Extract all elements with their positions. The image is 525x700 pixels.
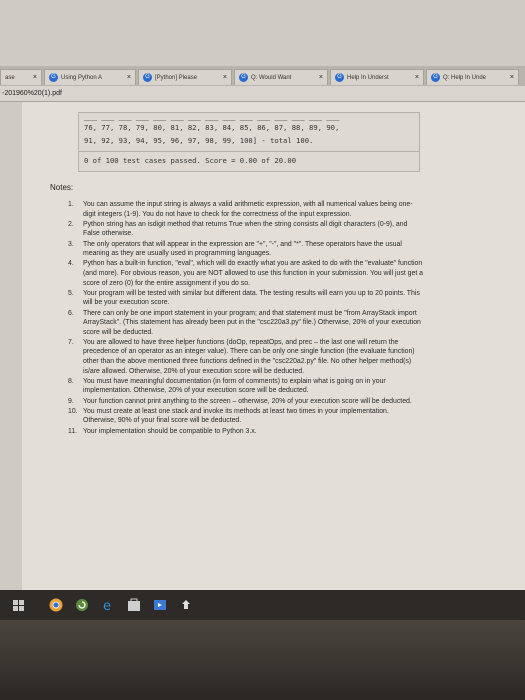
desk-surface	[0, 620, 525, 700]
google-icon: G	[431, 73, 440, 82]
list-item: 7. You are allowed to have three helper f…	[68, 338, 415, 375]
browser-tab-bar: ase × G Using Python A × G [Python] Plea…	[0, 66, 525, 86]
code-line: 91, 92, 93, 94, 95, 96, 97, 98, 99, 100]…	[84, 136, 314, 145]
edge-icon[interactable]: e	[100, 597, 116, 613]
list-item: 3. The only operators that will appear in…	[68, 240, 402, 258]
list-item: 10. You must create at least one stack an…	[68, 407, 389, 425]
tab-label: Help In Underst	[347, 74, 389, 81]
refresh-icon[interactable]	[74, 597, 90, 613]
google-icon: G	[239, 73, 248, 82]
chrome-icon[interactable]	[48, 597, 64, 613]
list-item: 5. Your program will be tested with simil…	[68, 289, 420, 307]
google-icon: G	[49, 73, 58, 82]
windows-icon[interactable]	[10, 597, 26, 613]
tab-label: Q: Would Want	[251, 74, 292, 81]
code-line: 76, 77, 78, 79, 80, 81, 82, 83, 84, 85, …	[84, 123, 340, 132]
tab-1[interactable]: G Using Python A ×	[44, 69, 136, 85]
tab-label: Q: Help In Unde	[443, 74, 487, 81]
list-item: 11. Your implementation should be compati…	[68, 427, 257, 435]
notes-heading: Notes:	[50, 183, 74, 192]
tab-label: ase	[5, 74, 15, 81]
list-item: 8. You must have meaningful documentation…	[68, 377, 386, 395]
close-icon[interactable]: ×	[412, 74, 419, 81]
taskbar: e	[0, 590, 525, 620]
divider	[79, 151, 419, 152]
tab-3[interactable]: G Q: Would Want ×	[234, 69, 328, 85]
store-icon[interactable]	[126, 597, 142, 613]
close-icon[interactable]: ×	[30, 74, 37, 81]
notes-list: 1. You can assume the input string is alw…	[68, 200, 423, 437]
list-item: 4. Python has a built-in function, "eval"…	[68, 260, 423, 287]
google-icon: G	[143, 73, 152, 82]
tab-0[interactable]: ase ×	[0, 69, 42, 85]
close-icon[interactable]: ×	[507, 74, 514, 81]
upload-icon[interactable]	[178, 597, 194, 613]
tab-5[interactable]: G Q: Help In Unde ×	[426, 69, 519, 85]
list-item: 9. Your function cannot print anything to…	[68, 397, 412, 405]
code-line-partial: ـــ ـــ ـــ ـــ ـــ ـــ ـــ ـــ ـــ ـــ …	[84, 114, 340, 123]
tab-label: Using Python A	[61, 74, 103, 81]
address-bar[interactable]: -201960%20(1).pdf	[0, 86, 525, 102]
close-icon[interactable]: ×	[220, 74, 227, 81]
list-item: 6. There can only be one import statement…	[68, 309, 421, 336]
close-icon[interactable]: ×	[124, 74, 131, 81]
media-icon[interactable]	[152, 597, 168, 613]
svg-text:e: e	[103, 599, 111, 612]
test-result: 0 of 100 test cases passed. Score = 0.00…	[84, 156, 297, 165]
test-output-box: ـــ ـــ ـــ ـــ ـــ ـــ ـــ ـــ ـــ ـــ …	[78, 112, 420, 172]
list-item: 1. You can assume the input string is alw…	[68, 201, 413, 218]
screen: ase × G Using Python A × G [Python] Plea…	[0, 0, 525, 620]
list-item: 2. Python string has an isdigit method th…	[68, 220, 408, 238]
google-icon: G	[335, 73, 344, 82]
close-icon[interactable]: ×	[316, 74, 323, 81]
tab-4[interactable]: G Help In Underst ×	[330, 69, 424, 85]
tab-2[interactable]: G [Python] Please ×	[138, 69, 232, 85]
tab-label: [Python] Please	[155, 74, 198, 81]
